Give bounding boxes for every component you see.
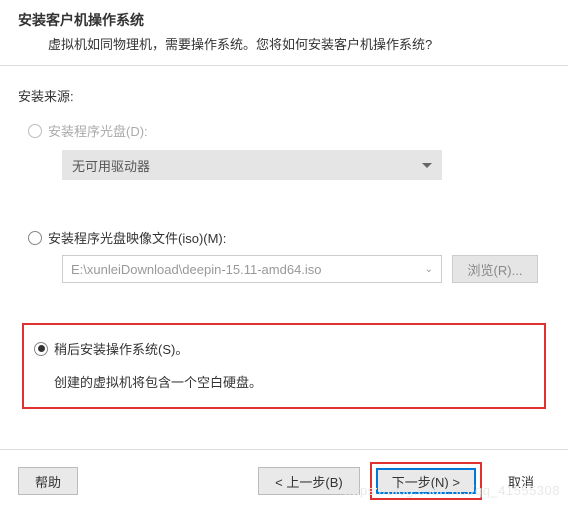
option-later-label: 稍后安装操作系统(S)。	[54, 339, 188, 358]
next-button[interactable]: 下一步(N) >	[376, 468, 476, 494]
page-title: 安装客户机操作系统	[18, 10, 550, 30]
disc-dropdown-value: 无可用驱动器	[72, 156, 150, 175]
chevron-down-icon	[422, 163, 432, 168]
cancel-button[interactable]: 取消	[492, 467, 550, 495]
iso-path-input[interactable]: E:\xunleiDownload\deepin-15.11-amd64.iso…	[62, 255, 442, 283]
page-subtitle: 虚拟机如同物理机，需要操作系统。您将如何安装客户机操作系统?	[48, 34, 550, 53]
option-iso-label: 安装程序光盘映像文件(iso)(M):	[48, 228, 226, 247]
radio-icon	[34, 342, 48, 356]
option-disc[interactable]: 安装程序光盘(D):	[28, 121, 550, 140]
option-disc-label: 安装程序光盘(D):	[48, 121, 148, 140]
browse-button[interactable]: 浏览(R)...	[452, 255, 538, 283]
option-iso[interactable]: 安装程序光盘映像文件(iso)(M):	[28, 228, 550, 247]
option-later-desc: 创建的虚拟机将包含一个空白硬盘。	[54, 372, 534, 391]
source-label: 安装来源:	[18, 86, 550, 105]
highlight-next-button: 下一步(N) >	[370, 462, 482, 500]
option-later[interactable]: 稍后安装操作系统(S)。	[34, 339, 534, 358]
chevron-down-icon: ⌄	[425, 264, 433, 275]
radio-icon	[28, 231, 42, 245]
disc-dropdown[interactable]: 无可用驱动器	[62, 150, 442, 180]
help-button[interactable]: 帮助	[18, 467, 78, 495]
back-button[interactable]: < 上一步(B)	[258, 467, 360, 495]
iso-path-value: E:\xunleiDownload\deepin-15.11-amd64.iso	[71, 262, 322, 277]
highlight-later-option: 稍后安装操作系统(S)。 创建的虚拟机将包含一个空白硬盘。	[22, 323, 546, 409]
radio-icon	[28, 124, 42, 138]
